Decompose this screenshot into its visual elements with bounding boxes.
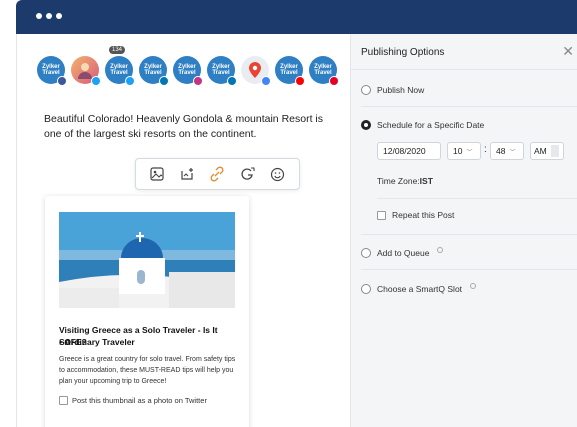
divider [377,198,577,199]
network-badge-icon [295,76,305,86]
panel-title: Publishing Options [361,47,445,58]
network-badge-icon [91,76,101,86]
media-toolbar [135,158,300,190]
location-pin-icon [249,62,261,78]
hour-select[interactable]: 10 ﹀ [447,142,481,160]
channel-avatar[interactable] [241,56,271,86]
date-value: 12/08/2020 [383,146,426,156]
dot-icon [36,13,42,19]
publish-now-radio[interactable] [361,85,371,95]
image-icon[interactable] [148,165,166,183]
channel-avatar-label: Zylker Travel [212,64,230,76]
smartq-option[interactable]: Choose a SmartQ Slot [361,283,477,294]
date-input[interactable]: 12/08/2020 [377,142,441,160]
smartq-label: Choose a SmartQ Slot [377,284,463,294]
post-composer: 134 Zylker Travel Zylker Travel Zylker Tra… [17,34,350,427]
timezone-label: Time Zone: [377,176,420,186]
network-badge-icon [227,76,237,86]
network-badge-icon [57,76,67,86]
divider [361,106,577,107]
add-media-icon[interactable] [178,165,196,183]
chevron-down-icon: ﹀ [466,149,473,156]
channel-avatar-label: Zylker Travel [144,64,162,76]
divider [361,234,577,235]
channel-avatar[interactable]: Zylker Travel [105,56,135,86]
ampm-toggle[interactable]: AM [530,142,564,160]
channel-count-badge: 134 [109,46,126,54]
smartq-radio[interactable] [361,284,371,294]
preview-source: • Ordinary Traveler [59,337,135,347]
network-badge-icon [125,76,135,86]
close-icon[interactable]: ✕ [562,43,574,60]
chevron-down-icon: ﹀ [509,149,516,156]
thumbnail-checkbox[interactable] [59,396,68,405]
channel-avatar[interactable]: Zylker Travel [37,56,67,86]
queue-option[interactable]: Add to Queue [361,247,444,258]
window-menu-dots[interactable] [36,13,62,19]
divider [361,269,577,270]
network-badge-icon [193,76,203,86]
preview-image [59,212,235,308]
post-text[interactable]: Beautiful Colorado! Heavenly Gondola & m… [44,112,334,142]
publishing-options-panel: Publishing Options ✕ Publish Now Schedul… [350,34,577,427]
network-badge-icon [159,76,169,86]
repeat-label: Repeat this Post [392,210,455,220]
info-icon[interactable] [437,247,444,253]
channel-avatar[interactable] [71,56,101,86]
minute-select[interactable]: 48 ﹀ [490,142,524,160]
ampm-value: AM [534,146,547,156]
channel-avatar[interactable]: Zylker Travel [173,56,203,86]
schedule-label: Schedule for a Specific Date [377,120,485,130]
schedule-radio[interactable] [361,120,371,130]
preview-description: Greece is a great country for solo trave… [59,356,236,385]
network-badge-icon [261,76,271,86]
repeat-option[interactable]: Repeat this Post [377,210,454,220]
channel-avatar-label: Zylker Travel [314,64,332,76]
timezone-value: IST [419,176,433,186]
channel-avatar-label: Zylker Travel [280,64,298,76]
minute-value: 48 [496,146,506,156]
channel-avatar-label: Zylker Travel [178,64,196,76]
network-badge-icon [329,76,339,86]
channel-avatar[interactable]: Zylker Travel [309,56,339,86]
window-titlebar [16,0,577,34]
publish-now-option[interactable]: Publish Now [361,85,424,95]
gif-icon[interactable] [239,165,257,183]
time-separator: : [484,144,487,155]
queue-label: Add to Queue [377,248,430,258]
channel-avatar[interactable]: Zylker Travel [207,56,237,86]
ampm-toggle-handle[interactable] [550,145,559,157]
channel-avatar[interactable]: Zylker Travel [139,56,169,86]
channel-avatar-label: Zylker Travel [42,64,60,76]
publish-now-label: Publish Now [377,85,425,95]
thumbnail-option-label: Post this thumbnail as a photo on Twitte… [72,396,207,405]
link-preview-card[interactable]: Visiting Greece as a Solo Traveler - Is … [45,196,249,427]
channel-avatars: 134 Zylker Travel Zylker Travel Zylker Tra… [37,46,339,86]
channel-avatar-label: Zylker Travel [110,64,128,76]
queue-radio[interactable] [361,248,371,258]
info-icon[interactable] [470,283,477,289]
dot-icon [56,13,62,19]
thumbnail-option[interactable]: Post this thumbnail as a photo on Twitte… [59,396,207,405]
link-icon[interactable] [208,165,226,183]
emoji-icon[interactable] [269,165,287,183]
schedule-option[interactable]: Schedule for a Specific Date [361,120,484,130]
hour-value: 10 [453,146,463,156]
timezone: Time Zone: IST [377,176,433,186]
panel-header: Publishing Options ✕ [351,34,577,70]
dot-icon [46,13,52,19]
repeat-checkbox[interactable] [377,210,386,220]
channel-avatar[interactable]: Zylker Travel [275,56,305,86]
